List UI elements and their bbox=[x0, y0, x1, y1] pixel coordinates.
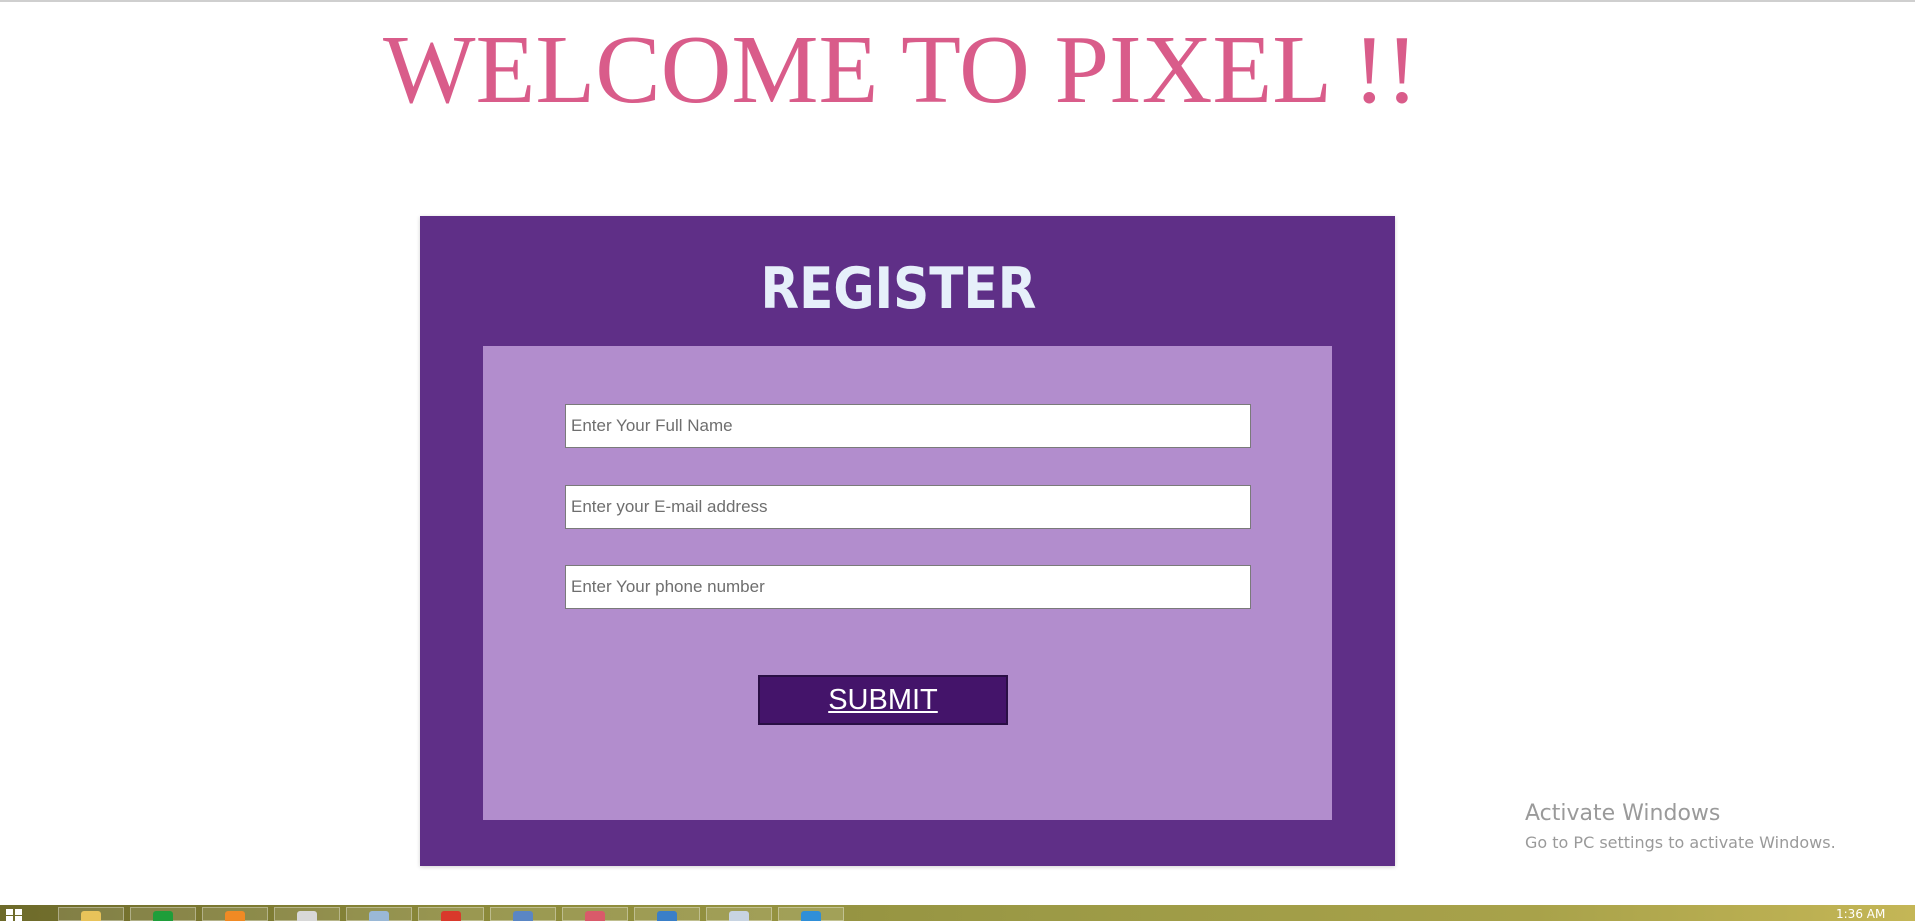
activate-windows-title: Activate Windows bbox=[1525, 801, 1721, 826]
taskbar-app-button[interactable] bbox=[562, 907, 628, 921]
browser-window-icon bbox=[513, 911, 533, 921]
register-heading: REGISTER bbox=[760, 256, 1037, 322]
taskbar-clock: 1:36 AM bbox=[1836, 907, 1886, 921]
taskbar-app-button[interactable] bbox=[634, 907, 700, 921]
windows-start-icon[interactable] bbox=[6, 909, 22, 921]
store-icon bbox=[153, 911, 173, 921]
taskbar-app-button[interactable] bbox=[706, 907, 772, 921]
activate-windows-watermark: Activate Windows Go to PC settings to ac… bbox=[1525, 800, 1836, 854]
page: WELCOME TO PIXEL !! REGISTER SUBMIT Acti… bbox=[0, 0, 1915, 921]
full-name-input[interactable] bbox=[565, 404, 1251, 448]
taskbar-app-button[interactable] bbox=[58, 907, 124, 921]
window-app-icon bbox=[369, 911, 389, 921]
phone-input[interactable] bbox=[565, 565, 1251, 609]
record-app-icon bbox=[441, 911, 461, 921]
taskbar-app-button[interactable] bbox=[778, 907, 844, 921]
firefox-icon bbox=[225, 911, 245, 921]
taskbar-app-button[interactable] bbox=[130, 907, 196, 921]
taskbar-app-button[interactable] bbox=[202, 907, 268, 921]
vscode-icon bbox=[801, 911, 821, 921]
eraser-app-icon bbox=[585, 911, 605, 921]
taskbar: 1:36 AM bbox=[0, 905, 1915, 921]
chrome-icon bbox=[297, 911, 317, 921]
taskbar-app-button[interactable] bbox=[418, 907, 484, 921]
monitor-app-icon bbox=[657, 911, 677, 921]
taskbar-app-button[interactable] bbox=[490, 907, 556, 921]
top-divider bbox=[0, 0, 1915, 2]
taskbar-app-button[interactable] bbox=[346, 907, 412, 921]
activate-windows-subtitle: Go to PC settings to activate Windows. bbox=[1525, 833, 1836, 852]
welcome-title: WELCOME TO PIXEL !! bbox=[383, 16, 1419, 124]
email-input[interactable] bbox=[565, 485, 1251, 529]
file-explorer-icon bbox=[81, 911, 101, 921]
document-app-icon bbox=[729, 911, 749, 921]
submit-button[interactable]: SUBMIT bbox=[758, 675, 1008, 725]
taskbar-app-button[interactable] bbox=[274, 907, 340, 921]
